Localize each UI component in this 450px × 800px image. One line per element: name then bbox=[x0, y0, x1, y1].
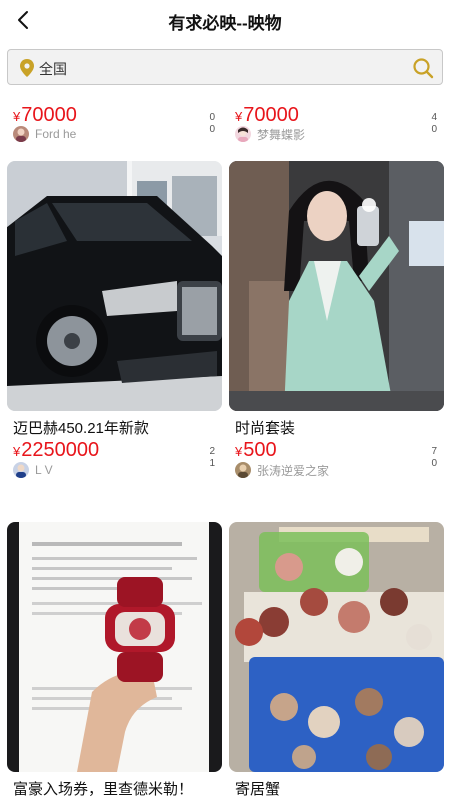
seller-name: L V bbox=[35, 463, 53, 477]
search-icon[interactable] bbox=[412, 57, 434, 79]
listing-price: ¥70000 bbox=[235, 104, 299, 126]
avatar bbox=[13, 462, 29, 478]
listing-stats: 70 bbox=[431, 446, 437, 469]
listing-feed[interactable]: ¥70000 00 Ford he ¥70000 40 梦舞蝶影 迈巴赫450.… bbox=[0, 85, 450, 800]
avatar bbox=[235, 126, 251, 142]
listing-image-car[interactable] bbox=[7, 161, 222, 411]
listing-title: 迈巴赫450.21年新款 bbox=[13, 420, 149, 437]
listing-image-outfit[interactable] bbox=[229, 161, 444, 411]
seller-name: 张涛逆爱之家 bbox=[257, 463, 330, 478]
listing-price: ¥500 bbox=[235, 439, 277, 461]
seller-info[interactable]: Ford he bbox=[13, 125, 76, 143]
back-button[interactable] bbox=[8, 4, 40, 36]
listing-price: ¥70000 bbox=[13, 104, 77, 126]
avatar bbox=[235, 462, 251, 478]
seller-info[interactable]: L V bbox=[13, 461, 53, 479]
seller-info[interactable]: 梦舞蝶影 bbox=[235, 125, 305, 143]
location-text: 全国 bbox=[39, 61, 67, 77]
listing-card[interactable]: ¥70000 40 梦舞蝶影 bbox=[229, 85, 444, 160]
listing-image-watch[interactable] bbox=[7, 522, 222, 772]
listing-card[interactable]: 时尚套装 ¥500 70 张涛逆爱之家 bbox=[229, 161, 444, 496]
page-title: 有求必映--映物 bbox=[168, 14, 282, 33]
seller-name: 梦舞蝶影 bbox=[257, 127, 306, 142]
listing-image-hermit-crab[interactable] bbox=[229, 522, 444, 772]
listing-title: 富豪入场券，里查德米勒！ bbox=[13, 781, 194, 798]
listing-card[interactable]: 富豪入场券，里查德米勒！ bbox=[7, 522, 222, 800]
seller-info[interactable]: 张涛逆爱之家 bbox=[235, 461, 329, 479]
listing-title: 时尚套装 bbox=[235, 420, 296, 437]
location-pin-icon bbox=[20, 59, 34, 77]
listing-card[interactable]: 寄居蟹 bbox=[229, 522, 444, 800]
app-header: 有求必映--映物 bbox=[0, 0, 450, 40]
listing-price: ¥2250000 bbox=[13, 439, 100, 461]
listing-stats: 21 bbox=[209, 446, 215, 469]
listing-stats: 00 bbox=[209, 112, 215, 135]
avatar bbox=[13, 126, 29, 142]
location-search-bar[interactable]: 全国 bbox=[7, 49, 443, 85]
listing-card[interactable]: ¥70000 00 Ford he bbox=[7, 85, 222, 160]
listing-stats: 40 bbox=[431, 112, 437, 135]
seller-name: Ford he bbox=[35, 127, 77, 141]
listing-card[interactable]: 迈巴赫450.21年新款 ¥2250000 21 L V bbox=[7, 161, 222, 496]
chevron-left-icon bbox=[18, 11, 28, 29]
listing-title: 寄居蟹 bbox=[235, 781, 281, 798]
